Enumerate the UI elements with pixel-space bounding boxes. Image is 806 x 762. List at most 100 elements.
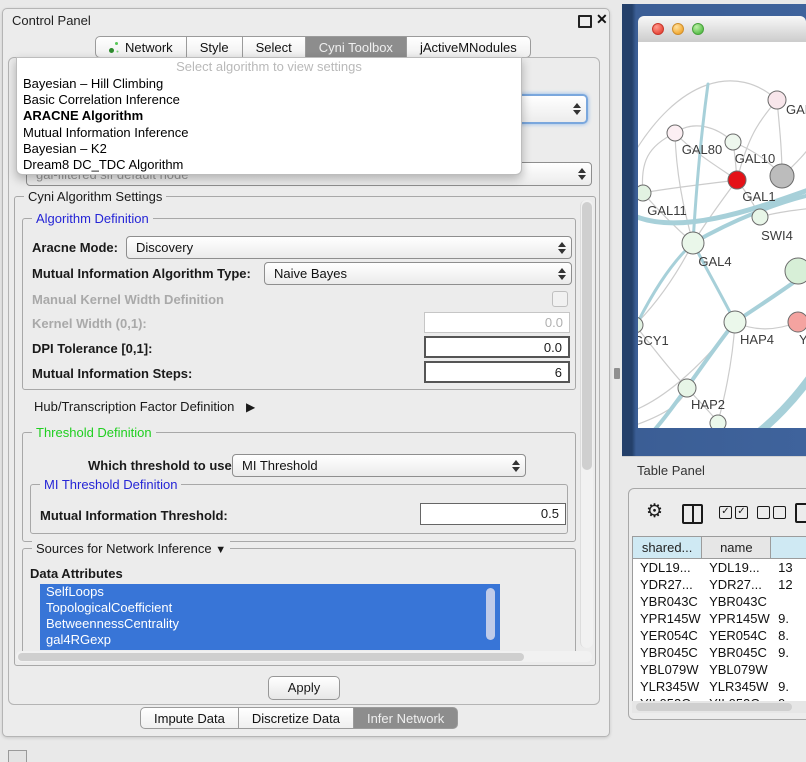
algorithm-dropdown-items: Bayesian – Hill ClimbingBasic Correlatio…	[17, 76, 521, 173]
tab-label: jActiveMNodules	[420, 40, 517, 55]
network-node-label: GAL4	[698, 254, 731, 269]
column-header[interactable]: shared...	[633, 537, 702, 559]
algorithm-option[interactable]: Dream8 DC_TDC Algorithm	[17, 157, 521, 173]
gear-icon[interactable]: ⚙	[646, 502, 663, 522]
attributes-list-scrollbar-thumb[interactable]	[486, 588, 495, 640]
table-row[interactable]: YER054CYER054C8.	[633, 627, 806, 644]
network-node-gal[interactable]	[768, 91, 786, 109]
network-node-y[interactable]	[788, 312, 806, 332]
network-graph[interactable]: GALGAL80GAL10GAL1GAL11SWI4GAL4GCY1HAP4YH…	[638, 42, 806, 428]
panel-splitter-handle[interactable]	[614, 368, 620, 379]
network-node-label: GAL10	[735, 151, 775, 166]
table-row[interactable]: YDL19...YDL19...13	[633, 559, 806, 576]
bottom-tab-discretize-data[interactable]: Discretize Data	[239, 707, 354, 729]
table-cell: 13	[771, 559, 806, 576]
collapse-arrow-icon[interactable]: ▶	[246, 400, 255, 414]
table-row[interactable]: YBL079WYBL079W	[633, 661, 806, 678]
network-node-label: SWI4	[761, 228, 793, 243]
data-attribute-item[interactable]: SelfLoops	[40, 584, 500, 600]
manual-kernel-checkbox[interactable]	[552, 291, 568, 307]
table-cell: 8.	[771, 627, 806, 644]
table-hscrollbar-thumb[interactable]	[636, 703, 792, 711]
network-node-label: HAP2	[691, 397, 725, 412]
document-icon[interactable]	[795, 503, 806, 523]
select-all-columns-icon[interactable]: ✓ ✓	[719, 506, 748, 519]
table-row[interactable]: YPR145WYPR145W9.	[633, 610, 806, 627]
network-node-label: Y	[799, 332, 806, 347]
tab-jactivemnodules[interactable]: jActiveMNodules	[407, 36, 531, 58]
deselect-all-columns-icon[interactable]	[757, 506, 786, 519]
minimize-traffic-light-icon[interactable]	[672, 23, 684, 35]
window-grip-icon[interactable]	[8, 750, 27, 762]
settings-vertical-scrollbar[interactable]	[580, 200, 593, 648]
network-node-gal80[interactable]	[667, 125, 683, 141]
column-header[interactable]: name	[702, 537, 771, 559]
table-row[interactable]: YBR043CYBR043C	[633, 593, 806, 610]
network-node[interactable]	[770, 164, 794, 188]
mi-steps-field[interactable]: 6	[424, 361, 570, 383]
network-node-label: GCY1	[638, 333, 669, 348]
hub-definition-toggle[interactable]: Hub/Transcription Factor Definition ▶	[34, 399, 255, 414]
table-panel-title: Table Panel	[637, 463, 705, 478]
zoom-traffic-light-icon[interactable]	[692, 23, 704, 35]
network-window-titlebar[interactable]	[638, 16, 806, 43]
tab-network[interactable]: Network	[95, 36, 187, 58]
dpi-tolerance-field[interactable]: 0.0	[424, 336, 570, 358]
float-window-icon[interactable]	[578, 15, 592, 28]
tab-label: Network	[125, 40, 173, 55]
mi-threshold-field[interactable]: 0.5	[420, 503, 566, 525]
data-attribute-item[interactable]: BetweennessCentrality	[40, 616, 500, 632]
table-row[interactable]: YBR045CYBR045C9.	[633, 644, 806, 661]
tab-cyni-toolbox[interactable]: Cyni Toolbox	[306, 36, 407, 58]
algorithm-option[interactable]: Bayesian – Hill Climbing	[17, 76, 521, 92]
table-cell: YLR345W	[633, 678, 702, 695]
mi-type-combobox[interactable]: Naive Bayes	[264, 262, 572, 285]
control-panel-title: Control Panel	[12, 13, 91, 28]
data-attribute-item[interactable]: gal4RGexp	[40, 632, 500, 648]
tab-select[interactable]: Select	[243, 36, 306, 58]
network-canvas[interactable]: GALGAL80GAL10GAL1GAL11SWI4GAL4GCY1HAP4YH…	[638, 42, 806, 428]
network-node[interactable]	[710, 415, 726, 428]
bottom-tab-impute-data[interactable]: Impute Data	[140, 707, 239, 729]
table-cell: YBR045C	[633, 644, 702, 661]
network-node-label: GAL1	[742, 189, 775, 204]
table-panel-separator	[622, 456, 806, 457]
split-columns-icon[interactable]	[682, 504, 703, 524]
settings-hscrollbar-thumb[interactable]	[18, 653, 524, 661]
settings-horizontal-scrollbar[interactable]	[16, 651, 592, 662]
table-cell: YPR145W	[633, 610, 702, 627]
which-threshold-combobox[interactable]: MI Threshold	[232, 454, 526, 477]
data-attribute-item[interactable]: TopologicalCoefficient	[40, 600, 500, 616]
algorithm-option[interactable]: ARACNE Algorithm	[17, 108, 521, 124]
tab-label: Cyni Toolbox	[319, 40, 393, 55]
hub-definition-label: Hub/Transcription Factor Definition	[34, 399, 234, 414]
kernel-width-field[interactable]: 0.0	[424, 312, 570, 333]
network-node-hap2[interactable]	[678, 379, 696, 397]
network-node-gal1[interactable]	[728, 171, 746, 189]
network-node-gal10[interactable]	[725, 134, 741, 150]
network-node-label: GAL	[786, 102, 806, 117]
table-row[interactable]: YLR345WYLR345W9.	[633, 678, 806, 695]
expand-arrow-icon[interactable]: ▼	[215, 544, 226, 556]
apply-button[interactable]: Apply	[268, 676, 340, 700]
network-node-label: GAL80	[682, 142, 722, 157]
application-root: Control Panel ✕ Network StyleSelect Cyni T…	[0, 0, 806, 762]
network-node[interactable]	[785, 258, 806, 284]
close-traffic-light-icon[interactable]	[652, 23, 664, 35]
algorithm-option[interactable]: Bayesian – K2	[17, 141, 521, 157]
network-node-gcy1[interactable]	[638, 317, 643, 333]
aracne-mode-combobox[interactable]: Discovery	[126, 236, 572, 259]
table-row[interactable]: YDR27...YDR27...12	[633, 576, 806, 593]
network-node-hap4[interactable]	[724, 311, 746, 333]
algorithm-option[interactable]: Basic Correlation Inference	[17, 92, 521, 108]
network-node-swi4[interactable]	[752, 209, 768, 225]
network-node-gal11[interactable]	[638, 185, 651, 201]
column-header[interactable]	[771, 537, 806, 559]
close-icon[interactable]: ✕	[596, 11, 608, 28]
algorithm-option[interactable]: Mutual Information Inference	[17, 125, 521, 141]
mi-type-label: Mutual Information Algorithm Type:	[32, 266, 251, 281]
bottom-tab-infer-network[interactable]: Infer Network	[354, 707, 458, 729]
settings-scrollbar-thumb[interactable]	[582, 202, 592, 470]
tab-style[interactable]: Style	[187, 36, 243, 58]
network-node-gal4[interactable]	[682, 232, 704, 254]
